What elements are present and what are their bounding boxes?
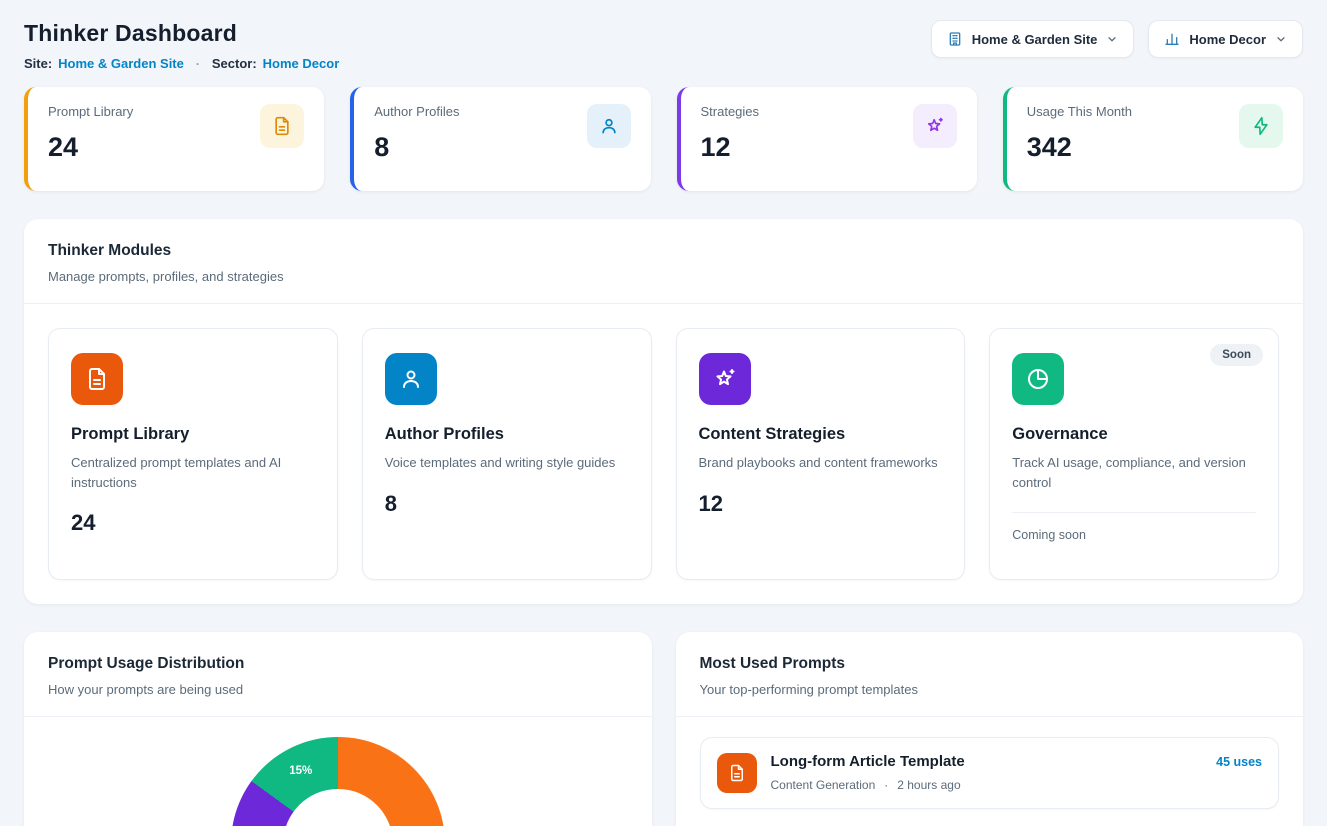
separator-dot: · bbox=[884, 778, 888, 792]
usage-title: Prompt Usage Distribution bbox=[48, 655, 628, 673]
stat-label: Strategies bbox=[701, 104, 760, 119]
module-title: Governance bbox=[1012, 425, 1256, 444]
usage-subtitle: How your prompts are being used bbox=[48, 682, 628, 697]
chart-area: 15% bbox=[24, 717, 652, 826]
most-used-subtitle: Your top-performing prompt templates bbox=[700, 682, 1280, 697]
header-left: Thinker Dashboard Site: Home & Garden Si… bbox=[24, 20, 339, 71]
sector-link[interactable]: Home Decor bbox=[263, 56, 340, 71]
donut-chart: 15% bbox=[231, 737, 445, 826]
stat-label: Prompt Library bbox=[48, 104, 133, 119]
prompt-time: 2 hours ago bbox=[897, 778, 960, 792]
sector-selector-dropdown[interactable]: Home Decor bbox=[1148, 20, 1303, 58]
site-selector-label: Home & Garden Site bbox=[972, 32, 1098, 47]
most-used-prompts-panel: Most Used Prompts Your top-performing pr… bbox=[676, 632, 1304, 826]
stat-label: Author Profiles bbox=[374, 104, 459, 119]
prompt-category: Content Generation bbox=[771, 778, 876, 792]
modules-subtitle: Manage prompts, profiles, and strategies bbox=[48, 269, 1279, 284]
stat-card-prompt-library: Prompt Library 24 bbox=[24, 87, 324, 191]
module-count: 12 bbox=[699, 491, 943, 517]
stat-value: 342 bbox=[1027, 132, 1132, 163]
page-header: Thinker Dashboard Site: Home & Garden Si… bbox=[24, 20, 1303, 71]
prompt-list-item[interactable]: Long-form Article Template Content Gener… bbox=[700, 737, 1280, 809]
module-card-governance[interactable]: Soon Governance Track AI usage, complian… bbox=[989, 328, 1279, 580]
divider bbox=[1012, 512, 1256, 513]
module-description: Track AI usage, compliance, and version … bbox=[1012, 453, 1256, 492]
soon-badge: Soon bbox=[1210, 344, 1263, 366]
breadcrumb: Site: Home & Garden Site · Sector: Home … bbox=[24, 56, 339, 71]
sparkle-star-icon bbox=[699, 353, 751, 405]
modules-panel-header: Thinker Modules Manage prompts, profiles… bbox=[24, 219, 1303, 303]
stats-row: Prompt Library 24 Author Profiles 8 Stra… bbox=[24, 87, 1303, 191]
separator-dot: · bbox=[196, 57, 200, 71]
stat-card-strategies: Strategies 12 bbox=[677, 87, 977, 191]
prompt-list: Long-form Article Template Content Gener… bbox=[676, 717, 1304, 826]
dashboard-page: Thinker Dashboard Site: Home & Garden Si… bbox=[0, 0, 1327, 826]
donut-segments bbox=[231, 737, 445, 826]
site-selector-dropdown[interactable]: Home & Garden Site bbox=[931, 20, 1135, 58]
module-description: Brand playbooks and content frameworks bbox=[699, 453, 943, 473]
prompt-item-title: Long-form Article Template bbox=[771, 753, 1203, 770]
stat-value: 24 bbox=[48, 132, 133, 163]
prompt-item-meta: Content Generation · 2 hours ago bbox=[771, 778, 1203, 792]
bottom-row: Prompt Usage Distribution How your promp… bbox=[24, 632, 1303, 826]
bar-chart-icon bbox=[1164, 31, 1180, 47]
person-icon bbox=[587, 104, 631, 148]
most-used-title: Most Used Prompts bbox=[700, 655, 1280, 673]
prompt-item-body: Long-form Article Template Content Gener… bbox=[771, 753, 1203, 792]
sector-label: Sector: bbox=[212, 56, 257, 71]
module-description: Voice templates and writing style guides bbox=[385, 453, 629, 473]
module-card-author-profiles[interactable]: Author Profiles Voice templates and writ… bbox=[362, 328, 652, 580]
document-icon bbox=[717, 753, 757, 793]
module-card-content-strategies[interactable]: Content Strategies Brand playbooks and c… bbox=[676, 328, 966, 580]
sector-selector-label: Home Decor bbox=[1189, 32, 1266, 47]
module-title: Content Strategies bbox=[699, 425, 943, 444]
stat-card-usage: Usage This Month 342 bbox=[1003, 87, 1303, 191]
usage-distribution-panel: Prompt Usage Distribution How your promp… bbox=[24, 632, 652, 826]
stat-text: Strategies 12 bbox=[701, 104, 760, 173]
stat-card-author-profiles: Author Profiles 8 bbox=[350, 87, 650, 191]
stat-text: Author Profiles 8 bbox=[374, 104, 459, 173]
sparkle-star-icon bbox=[913, 104, 957, 148]
header-controls: Home & Garden Site Home Decor bbox=[931, 20, 1303, 58]
module-count: 24 bbox=[71, 510, 315, 536]
thinker-modules-panel: Thinker Modules Manage prompts, profiles… bbox=[24, 219, 1303, 604]
stat-value: 8 bbox=[374, 132, 459, 163]
module-description: Centralized prompt templates and AI inst… bbox=[71, 453, 315, 492]
slice-data-label: 15% bbox=[289, 765, 312, 777]
pie-chart-icon bbox=[1012, 353, 1064, 405]
chevron-down-icon bbox=[1275, 33, 1287, 45]
usage-panel-header: Prompt Usage Distribution How your promp… bbox=[24, 632, 652, 716]
stat-label: Usage This Month bbox=[1027, 104, 1132, 119]
chevron-down-icon bbox=[1106, 33, 1118, 45]
lightning-icon bbox=[1239, 104, 1283, 148]
person-icon bbox=[385, 353, 437, 405]
document-icon bbox=[71, 353, 123, 405]
page-title: Thinker Dashboard bbox=[24, 20, 339, 47]
modules-grid: Prompt Library Centralized prompt templa… bbox=[24, 304, 1303, 604]
uses-count: 45 uses bbox=[1216, 755, 1262, 769]
modules-title: Thinker Modules bbox=[48, 242, 1279, 260]
module-count: 8 bbox=[385, 491, 629, 517]
module-card-prompt-library[interactable]: Prompt Library Centralized prompt templa… bbox=[48, 328, 338, 580]
module-title: Prompt Library bbox=[71, 425, 315, 444]
stat-value: 12 bbox=[701, 132, 760, 163]
building-icon bbox=[947, 31, 963, 47]
coming-soon-label: Coming soon bbox=[1012, 528, 1256, 542]
module-title: Author Profiles bbox=[385, 425, 629, 444]
stat-text: Usage This Month 342 bbox=[1027, 104, 1132, 173]
stat-text: Prompt Library 24 bbox=[48, 104, 133, 173]
document-icon bbox=[260, 104, 304, 148]
site-label: Site: bbox=[24, 56, 52, 71]
most-used-panel-header: Most Used Prompts Your top-performing pr… bbox=[676, 632, 1304, 716]
site-link[interactable]: Home & Garden Site bbox=[58, 56, 184, 71]
